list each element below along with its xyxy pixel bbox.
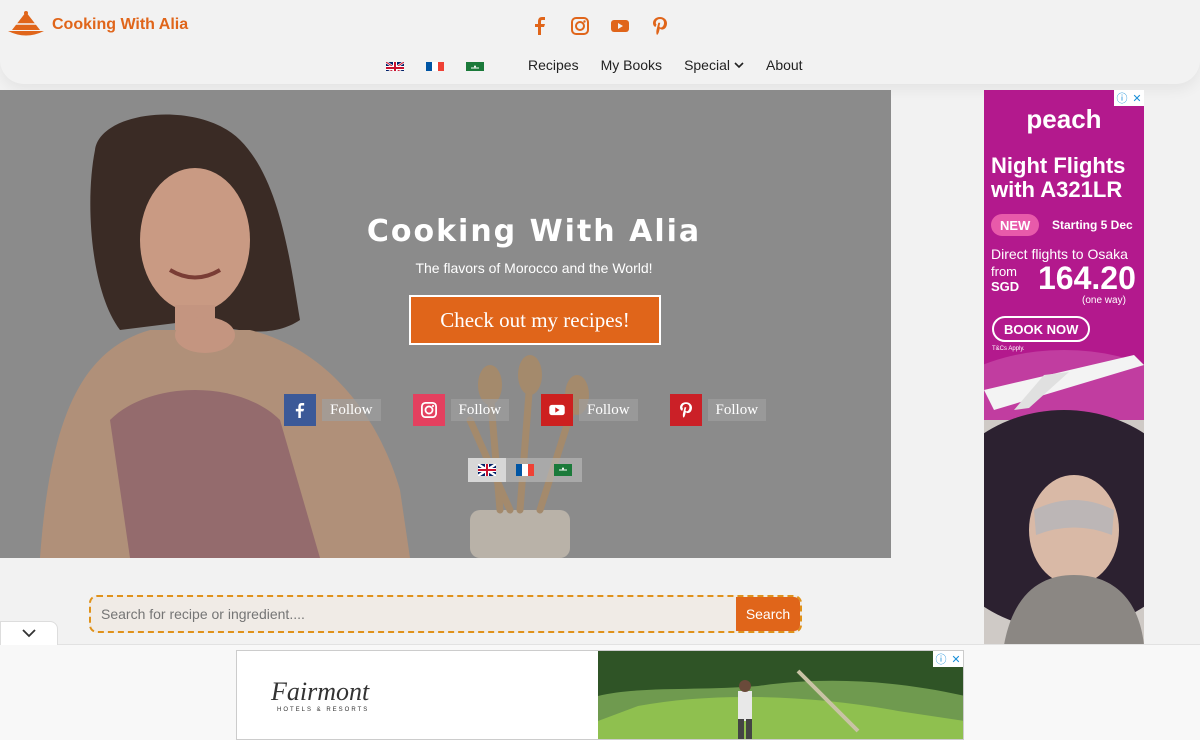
follow-label: Follow (322, 399, 381, 421)
hero-title: Cooking With Alia (366, 214, 702, 249)
close-icon[interactable]: ✕ (1132, 92, 1141, 105)
hero-flag-uk[interactable] (468, 458, 506, 482)
site-logo[interactable]: Cooking With Alia (6, 10, 188, 40)
hero-language-switcher (468, 458, 582, 482)
new-badge: NEW (991, 214, 1040, 236)
chevron-down-icon (22, 629, 36, 638)
hero-banner: Cooking With Alia The flavors of Morocco… (0, 90, 891, 558)
uk-flag-icon (478, 464, 496, 476)
check-recipes-button[interactable]: Check out my recipes! (409, 295, 661, 345)
search-input[interactable] (91, 597, 736, 631)
nav-my-books-label: My Books (600, 57, 663, 73)
ad-price: 164.20 (1038, 260, 1136, 296)
youtube-icon (541, 394, 574, 426)
youtube-icon[interactable] (610, 16, 630, 36)
hero-flag-france[interactable] (506, 458, 544, 482)
instagram-icon[interactable] (570, 16, 590, 36)
nav-special-label: Special (684, 57, 730, 73)
chevron-down-icon (734, 62, 744, 69)
book-now-button[interactable]: BOOK NOW (992, 316, 1091, 342)
arabic-flag-icon (554, 464, 572, 476)
recipe-search: Search (89, 595, 802, 633)
france-flag-icon[interactable] (426, 59, 444, 71)
nav-about[interactable]: About (766, 57, 803, 73)
follow-pinterest[interactable]: Follow (669, 394, 767, 426)
follow-instagram[interactable]: Follow (412, 394, 510, 426)
nav-my-books[interactable]: My Books (601, 57, 662, 73)
pinterest-icon[interactable] (650, 16, 670, 36)
follow-label: Follow (707, 399, 767, 421)
uk-flag-icon[interactable] (386, 59, 404, 71)
follow-label: Follow (579, 399, 638, 421)
fairmont-logo: Fairmont (271, 677, 370, 706)
header-social-links (530, 16, 670, 36)
follow-buttons: Follow Follow Follow Follow (284, 394, 767, 426)
arabic-flag-icon[interactable] (466, 59, 484, 71)
ad-currency: SGD (991, 279, 1020, 294)
fairmont-subtitle: HOTELS & RESORTS (277, 707, 370, 713)
hero-flag-arabic[interactable] (544, 458, 582, 482)
info-icon[interactable]: ⓘ (1116, 90, 1127, 106)
nav-recipes-label: Recipes (528, 57, 579, 73)
instagram-icon (412, 394, 445, 426)
main-nav: Recipes My Books Special About (386, 54, 803, 76)
nav-about-label: About (765, 57, 803, 73)
peach-logo: peach (1026, 104, 1102, 134)
golf-course-image (598, 651, 963, 739)
tagine-icon (8, 11, 44, 36)
page: Cooking With Alia Recipes My Books Speci… (0, 0, 1200, 740)
follow-youtube[interactable]: Follow (541, 394, 638, 426)
ad-oneway: (one way) (1082, 295, 1126, 306)
ad-info-close-bottom[interactable]: ⓘ ✕ (933, 651, 963, 667)
ad-info-close[interactable]: ⓘ ✕ (1114, 90, 1144, 106)
logo-text: Cooking With Alia (52, 16, 189, 33)
sidebar-ad[interactable]: peach Night Flights with A321LR NEW Star… (984, 90, 1144, 645)
hero-subtitle: The flavors of Morocco and the World! (415, 260, 653, 276)
follow-label: Follow (450, 399, 510, 421)
bottom-ad[interactable]: Fairmont HOTELS & RESORTS ⓘ ✕ (236, 650, 964, 740)
nav-special[interactable]: Special (684, 57, 744, 73)
ad-terms: T&Cs Apply. (992, 346, 1025, 352)
info-icon[interactable]: ⓘ (935, 651, 946, 667)
follow-facebook[interactable]: Follow (284, 394, 381, 426)
ad-from: from (991, 264, 1017, 279)
pinterest-icon (669, 394, 702, 426)
france-flag-icon (516, 464, 534, 476)
facebook-icon (284, 394, 316, 426)
close-icon[interactable]: ✕ (951, 653, 960, 666)
nav-recipes[interactable]: Recipes (528, 57, 579, 73)
collapse-ad-toggle[interactable] (0, 621, 58, 645)
search-button[interactable]: Search (736, 597, 800, 631)
facebook-icon[interactable] (530, 16, 550, 36)
site-header: Cooking With Alia Recipes My Books Speci… (0, 0, 1200, 84)
ad-headline: Night Flights with A321LR (991, 153, 1126, 202)
ad-start-date: Starting 5 Dec (1052, 218, 1133, 232)
